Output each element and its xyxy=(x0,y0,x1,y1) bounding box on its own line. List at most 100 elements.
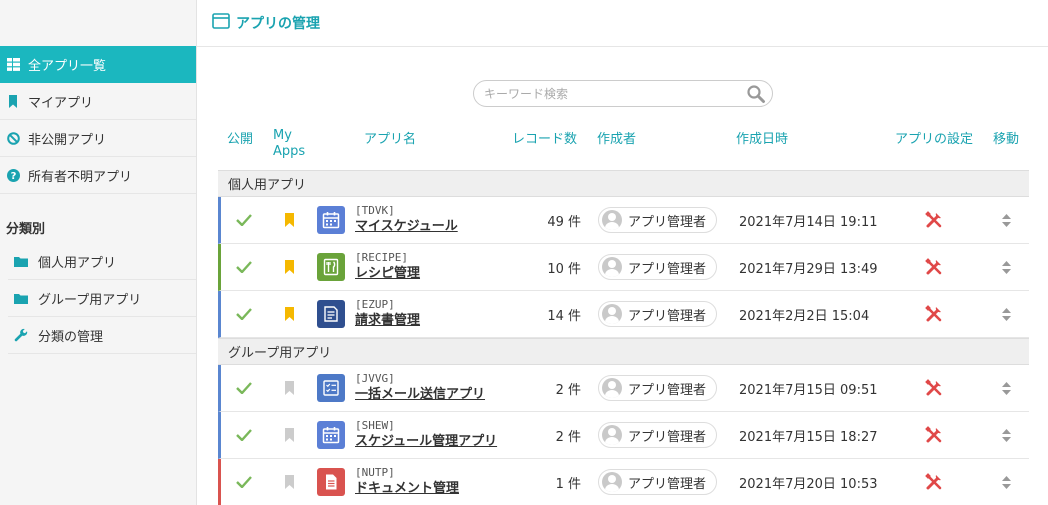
sidebar-item-unknown-owner-apps[interactable]: ? 所有者不明アプリ xyxy=(0,157,196,194)
folder-icon xyxy=(14,254,28,268)
sidebar-item-my-apps[interactable]: マイアプリ xyxy=(0,83,196,120)
table-row[interactable]: [NUTP] ドキュメント管理 1 件 アプリ管理者 2021年7月20日 10:… xyxy=(218,459,1029,505)
app-name-link[interactable]: マイスケジュール xyxy=(355,218,458,236)
my-apps-bookmark-icon[interactable] xyxy=(284,459,298,505)
creator-badge[interactable]: アプリ管理者 xyxy=(598,422,718,448)
app-name-cell: [NUTP] ドキュメント管理 xyxy=(355,459,459,505)
table-row[interactable]: [TDVK] マイスケジュール 49 件 アプリ管理者 2021年7月14日 19… xyxy=(218,197,1029,244)
avatar xyxy=(602,378,622,398)
move-handle-icon[interactable] xyxy=(1002,291,1014,337)
app-settings-icon[interactable] xyxy=(925,244,945,290)
col-app-name[interactable]: アプリ名 xyxy=(364,128,416,147)
page-title: アプリの管理 xyxy=(236,16,320,32)
creator-badge[interactable]: アプリ管理者 xyxy=(598,254,718,280)
creator-cell[interactable]: アプリ管理者 xyxy=(598,412,718,458)
creator-name: アプリ管理者 xyxy=(628,382,707,398)
category-heading: 分類別 xyxy=(6,222,46,237)
col-settings: アプリの設定 xyxy=(895,132,974,147)
col-move: 移動 xyxy=(993,132,1020,147)
creator-cell[interactable]: アプリ管理者 xyxy=(598,197,718,243)
wrench-icon xyxy=(14,328,28,342)
sidebar-category-label: 分類の管理 xyxy=(38,329,104,345)
app-icon[interactable] xyxy=(317,197,347,243)
sidebar: 全アプリ一覧 マイアプリ 非公開アプリ ? 所有者不明アプリ 分類別 個人用アプ… xyxy=(0,0,197,505)
col-my-apps-line2: Apps xyxy=(273,144,306,159)
app-icon[interactable] xyxy=(317,244,347,290)
my-apps-bookmark-icon[interactable] xyxy=(284,291,298,337)
table-row[interactable]: [SHEW] スケジュール管理アプリ 2 件 アプリ管理者 2021年7月15日 … xyxy=(218,412,1029,459)
svg-text:?: ? xyxy=(10,171,16,182)
app-name-cell: [TDVK] マイスケジュール xyxy=(355,197,458,243)
creator-cell[interactable]: アプリ管理者 xyxy=(598,365,718,411)
sidebar-item-all-apps[interactable]: 全アプリ一覧 xyxy=(0,46,196,83)
app-settings-icon[interactable] xyxy=(925,197,945,243)
app-settings-icon[interactable] xyxy=(925,365,945,411)
sidebar-category-group[interactable]: グループ用アプリ xyxy=(8,280,196,317)
app-name-link[interactable]: レシピ管理 xyxy=(355,265,420,283)
search-input[interactable] xyxy=(484,85,739,103)
sidebar-category-personal[interactable]: 個人用アプリ xyxy=(8,243,196,280)
record-count: 49 件 xyxy=(547,214,581,230)
col-my-apps[interactable]: My Apps xyxy=(273,128,305,160)
app-icon[interactable] xyxy=(317,291,347,337)
my-apps-bookmark-icon[interactable] xyxy=(284,244,298,290)
app-icon[interactable] xyxy=(317,459,347,505)
app-name-link[interactable]: ドキュメント管理 xyxy=(355,480,459,498)
app-icon[interactable] xyxy=(317,365,347,411)
created-at: 2021年7月15日 18:27 xyxy=(739,429,878,445)
creator-cell[interactable]: アプリ管理者 xyxy=(598,291,718,337)
col-public[interactable]: 公開 xyxy=(227,128,253,147)
creator-name: アプリ管理者 xyxy=(628,261,707,277)
sidebar-category-label: グループ用アプリ xyxy=(38,292,142,308)
avatar xyxy=(602,210,622,230)
app-code: [SHEW] xyxy=(355,419,395,432)
app-settings-icon[interactable] xyxy=(925,291,945,337)
col-records[interactable]: レコード数 xyxy=(512,128,577,147)
move-handle-icon[interactable] xyxy=(1002,459,1014,505)
creator-cell[interactable]: アプリ管理者 xyxy=(598,244,718,290)
move-handle-icon[interactable] xyxy=(1002,197,1014,243)
col-created[interactable]: 作成日時 xyxy=(736,128,788,147)
avatar xyxy=(602,304,622,324)
my-apps-bookmark-icon[interactable] xyxy=(284,412,298,458)
creator-badge[interactable]: アプリ管理者 xyxy=(598,207,718,233)
table-row[interactable]: [EZUP] 請求書管理 14 件 アプリ管理者 2021年2月2日 15:04 xyxy=(218,291,1029,338)
creator-badge[interactable]: アプリ管理者 xyxy=(598,375,718,401)
creator-badge[interactable]: アプリ管理者 xyxy=(598,469,718,495)
col-creator[interactable]: 作成者 xyxy=(597,128,636,147)
my-apps-bookmark-icon[interactable] xyxy=(284,197,298,243)
group-header: グループ用アプリ xyxy=(218,338,1029,365)
sidebar-category-manage[interactable]: 分類の管理 xyxy=(8,317,196,354)
sidebar-item-label: 所有者不明アプリ xyxy=(28,169,133,185)
group-header: 個人用アプリ xyxy=(218,170,1029,197)
app-settings-icon[interactable] xyxy=(925,459,945,505)
app-code: [EZUP] xyxy=(355,298,395,311)
table-row[interactable]: [RECIPE] レシピ管理 10 件 アプリ管理者 2021年7月29日 13:… xyxy=(218,244,1029,291)
search-icon[interactable] xyxy=(746,84,766,104)
app-name-link[interactable]: 請求書管理 xyxy=(355,312,420,330)
forbidden-icon xyxy=(6,131,20,145)
my-apps-bookmark-icon[interactable] xyxy=(284,365,298,411)
page-header: アプリの管理 xyxy=(197,0,1048,47)
app-name-link[interactable]: スケジュール管理アプリ xyxy=(355,433,497,451)
creator-name: アプリ管理者 xyxy=(628,214,707,230)
public-check-icon xyxy=(236,291,256,337)
creator-badge[interactable]: アプリ管理者 xyxy=(598,301,718,327)
folder-icon xyxy=(14,291,28,305)
table-row[interactable]: [JVVG] 一括メール送信アプリ 2 件 アプリ管理者 2021年7月15日 0… xyxy=(218,365,1029,412)
sidebar-item-label: 全アプリ一覧 xyxy=(28,59,107,74)
app-icon[interactable] xyxy=(317,412,347,458)
record-count: 14 件 xyxy=(547,308,581,324)
app-settings-icon[interactable] xyxy=(925,412,945,458)
app-code: [TDVK] xyxy=(355,204,395,217)
public-check-icon xyxy=(236,412,256,458)
app-name-link[interactable]: 一括メール送信アプリ xyxy=(355,386,485,404)
creator-cell[interactable]: アプリ管理者 xyxy=(598,459,718,505)
checklist-icon xyxy=(317,374,345,402)
avatar xyxy=(602,257,622,277)
move-handle-icon[interactable] xyxy=(1002,365,1014,411)
move-handle-icon[interactable] xyxy=(1002,412,1014,458)
avatar xyxy=(602,472,622,492)
move-handle-icon[interactable] xyxy=(1002,244,1014,290)
sidebar-item-private-apps[interactable]: 非公開アプリ xyxy=(0,120,196,157)
